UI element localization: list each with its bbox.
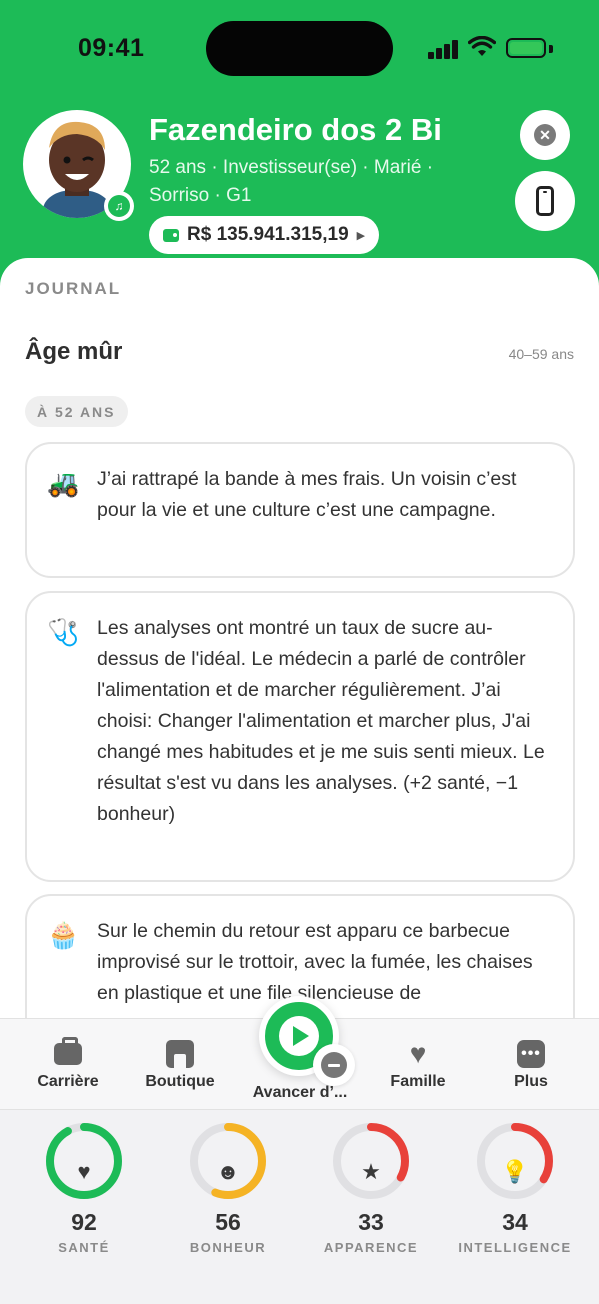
avatar-badge: ♫ bbox=[104, 191, 134, 221]
close-button[interactable]: ✕ bbox=[520, 110, 570, 160]
journal-entry-text: Sur le chemin du retour est apparu ce ba… bbox=[97, 920, 533, 1004]
tab-shop[interactable]: Boutique bbox=[125, 1039, 235, 1091]
journal-entry: 🩺 Les analyses ont montré un taux de suc… bbox=[25, 591, 575, 882]
journal-entry-text: Les analyses ont montré un taux de sucre… bbox=[97, 617, 545, 825]
tab-family[interactable]: ♥ Famille bbox=[363, 1039, 473, 1091]
stage-range: 40–59 ans bbox=[508, 346, 574, 362]
stat-label: APPARENCE bbox=[323, 1240, 419, 1255]
advance-toggle-button[interactable] bbox=[313, 1044, 355, 1086]
age-pill: À 52 ANS bbox=[25, 396, 128, 427]
journal-entry: 🚜 J’ai rattrapé la bande à mes frais. Un… bbox=[25, 442, 575, 578]
stethoscope-icon: 🩺 bbox=[47, 617, 80, 647]
stat-value: 56 bbox=[215, 1209, 241, 1235]
stat-value: 33 bbox=[358, 1209, 384, 1235]
stat-appearance[interactable]: ★ 33 APPARENCE bbox=[301, 1121, 441, 1255]
wifi-icon bbox=[468, 36, 496, 56]
bulb-icon: 💡 bbox=[501, 1159, 529, 1184]
profile-header: 09:41 ♫ Fazendeiro dos 2 Bi 52 ans · Inv… bbox=[0, 0, 599, 290]
character-name: Fazendeiro dos 2 Bi bbox=[149, 112, 442, 147]
status-time: 09:41 bbox=[78, 34, 145, 62]
close-icon: ✕ bbox=[534, 124, 556, 146]
play-icon bbox=[279, 1016, 319, 1056]
tab-career[interactable]: Carrière bbox=[13, 1037, 123, 1091]
tab-shop-label: Boutique bbox=[145, 1073, 215, 1090]
battery-icon bbox=[506, 38, 553, 58]
wallet-icon bbox=[163, 228, 179, 242]
stat-value: 34 bbox=[502, 1209, 528, 1235]
stage-title: Âge mûr bbox=[25, 338, 123, 365]
more-icon: ••• bbox=[517, 1040, 545, 1068]
tab-more-label: Plus bbox=[514, 1073, 548, 1090]
balance-value: R$ 135.941.315,19 bbox=[187, 224, 349, 245]
stats-panel: ♥ 92 SANTÉ ☻ 56 BONHEUR ★ 33 APPARENCE 💡… bbox=[0, 1111, 599, 1304]
music-note-icon: ♫ bbox=[108, 195, 130, 217]
tab-family-label: Famille bbox=[390, 1073, 446, 1090]
signal-icon bbox=[428, 39, 460, 59]
status-bar: 09:41 bbox=[0, 0, 599, 92]
store-icon bbox=[166, 1040, 194, 1068]
minus-icon bbox=[321, 1052, 347, 1078]
star-icon: ★ bbox=[361, 1159, 381, 1184]
dynamic-island bbox=[206, 21, 393, 76]
phone-icon bbox=[536, 186, 554, 216]
balance-button[interactable]: R$ 135.941.315,19 ▶ bbox=[149, 216, 380, 254]
character-meta-line1: 52 ans · Investisseur(se) · Marié · bbox=[149, 157, 434, 178]
character-meta: 52 ans · Investisseur(se) · Marié · Sorr… bbox=[149, 154, 489, 210]
journal-entry-text: J’ai rattrapé la bande à mes frais. Un v… bbox=[97, 468, 517, 521]
stat-happiness[interactable]: ☻ 56 BONHEUR bbox=[158, 1121, 298, 1255]
cupcake-icon: 🧁 bbox=[47, 920, 80, 950]
phone-button[interactable] bbox=[515, 171, 575, 231]
journal-header: JOURNAL bbox=[25, 279, 122, 298]
heart-icon: ♥ bbox=[409, 1038, 427, 1069]
briefcase-icon bbox=[54, 1037, 82, 1065]
farm-icon: 🚜 bbox=[47, 468, 80, 498]
tab-more[interactable]: ••• Plus bbox=[476, 1039, 586, 1091]
stat-intelligence[interactable]: 💡 34 INTELLIGENCE bbox=[445, 1121, 585, 1255]
smile-icon: ☻ bbox=[216, 1159, 240, 1184]
stat-value: 92 bbox=[71, 1209, 97, 1235]
journal-sheet[interactable]: JOURNAL Âge mûr 40–59 ans À 52 ANS 🚜 J’a… bbox=[0, 258, 599, 1018]
stat-label: BONHEUR bbox=[189, 1240, 267, 1255]
advance-label[interactable]: Avancer d’... bbox=[238, 1084, 362, 1102]
stat-label: SANTÉ bbox=[58, 1240, 110, 1255]
stat-health[interactable]: ♥ 92 SANTÉ bbox=[14, 1121, 154, 1255]
chevron-right-icon: ▶ bbox=[356, 229, 366, 242]
tab-career-label: Carrière bbox=[37, 1073, 99, 1090]
character-meta-line2: Sorriso · G1 bbox=[149, 185, 252, 206]
heart-icon: ♥ bbox=[77, 1159, 91, 1184]
stat-label: INTELLIGENCE bbox=[458, 1240, 572, 1255]
